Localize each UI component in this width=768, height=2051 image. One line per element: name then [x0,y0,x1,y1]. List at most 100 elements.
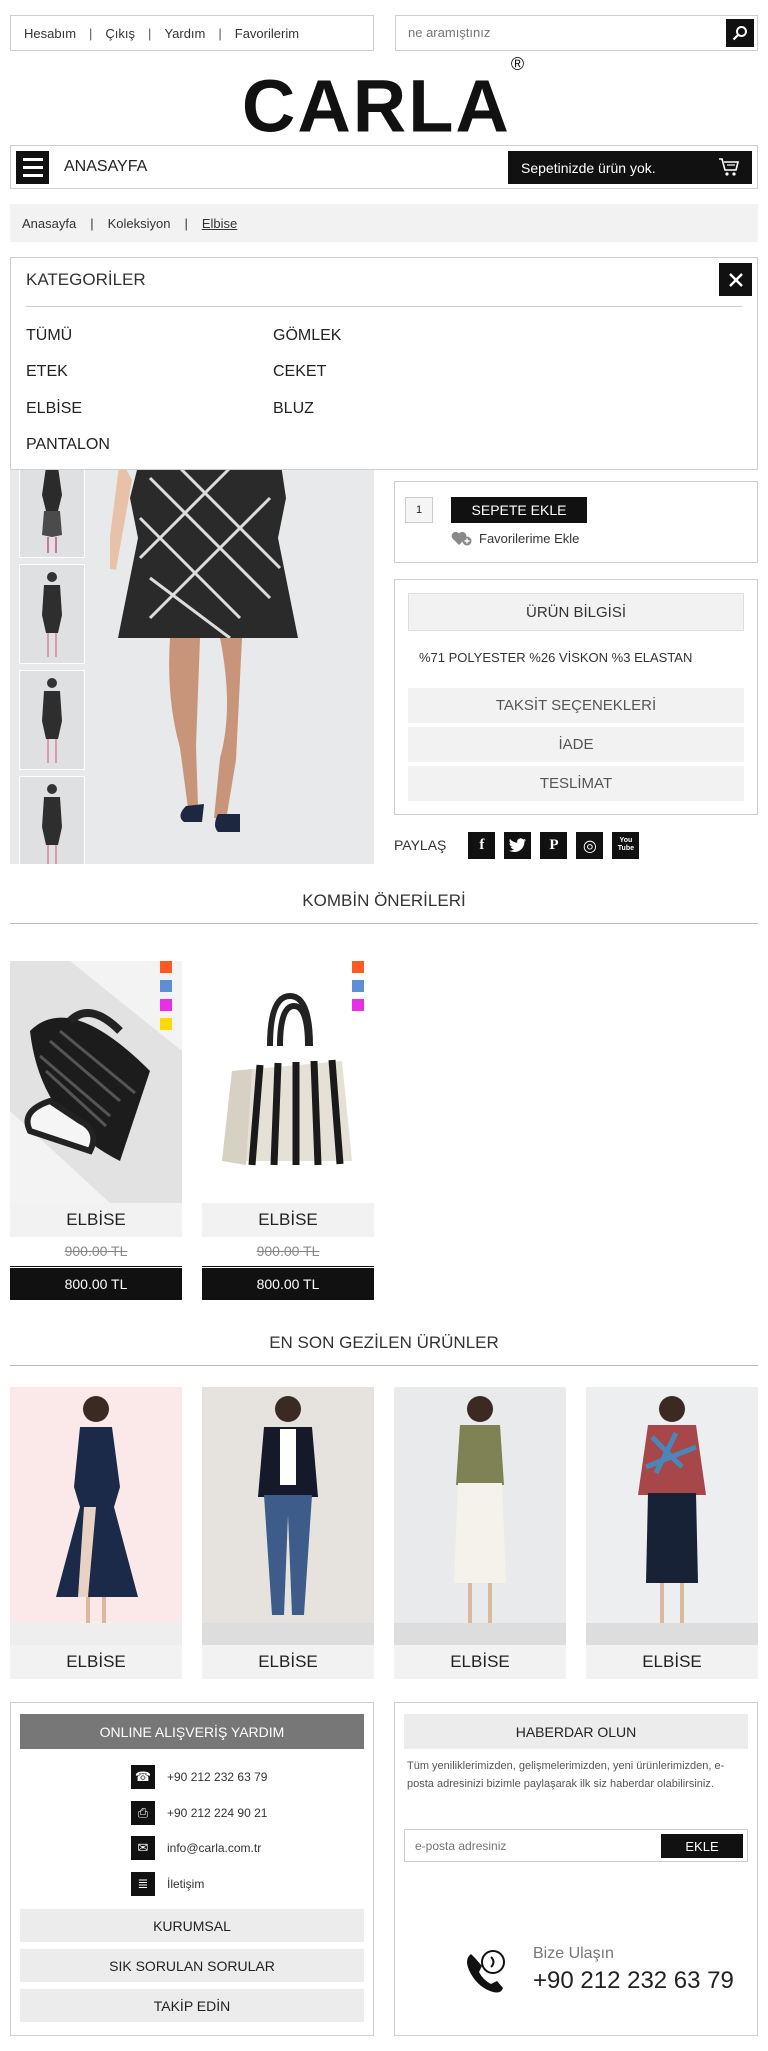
call-us-number[interactable]: +90 212 232 63 79 [533,1967,734,1995]
email-contact[interactable]: ✉ info@carla.com.tr [131,1836,261,1860]
divider [10,923,758,924]
pinterest-icon[interactable]: P [540,831,568,859]
product-image [586,1387,758,1645]
product-image [202,961,374,1203]
email-address: info@carla.com.tr [167,1841,262,1855]
product-name: ELBİSE [394,1645,566,1679]
product-image [202,1387,374,1645]
recent-product-card[interactable]: ELBİSE [10,1387,182,1679]
combo-section-title: KOMBİN ÖNERİLERİ [302,891,466,910]
phone-number: +90 212 232 63 79 [167,1770,268,1784]
call-us-icon [467,1950,505,1993]
quantity-input[interactable]: 1 [405,497,433,523]
color-swatch[interactable] [352,980,364,992]
thumbnail[interactable] [19,670,85,770]
phone-icon: ☎ [131,1765,155,1789]
divider: | [218,25,222,41]
share-bar: PAYLAŞ f P ◎ You Tube [394,830,648,860]
color-swatch[interactable] [352,961,364,973]
divider: | [89,25,93,41]
faq-link[interactable]: SIK SORULAN SORULAR [20,1949,364,1982]
search-button[interactable] [726,19,754,47]
product-info-tab[interactable]: ÜRÜN BİLGİSİ [408,593,744,631]
logout-link[interactable]: Çıkış [105,26,135,41]
category-jacket[interactable]: CEKET [273,363,326,381]
top-account-nav: Hesabım | Çıkış | Yardım | Favorilerim [10,15,374,51]
categories-panel: KATEGORİLER TÜMÜ GÖMLEK ETEK CEKET ELBİS… [10,257,758,470]
main-nav-bar: ANASAYFA Sepetinizde ürün yok. [10,145,758,189]
contact-link[interactable]: ≣ İletişim [131,1872,204,1896]
subscribe-button[interactable]: EKLE [661,1834,743,1858]
add-to-cart-button[interactable]: SEPETE EKLE [451,497,587,523]
returns-tab[interactable]: İADE [408,727,744,762]
thumbnail-list [19,458,87,864]
category-shirt[interactable]: GÖMLEK [273,327,341,345]
cart-button[interactable]: Sepetinizde ürün yok. [508,151,752,184]
product-card[interactable]: ELBİSE 900.00 TL 800.00 TL [10,961,182,1300]
old-price: 900.00 TL [10,1243,182,1267]
close-button[interactable] [719,263,752,296]
product-card[interactable]: ELBİSE 900.00 TL 800.00 TL [202,961,374,1300]
product-image [394,1387,566,1645]
search-icon [732,26,747,41]
product-image [10,961,182,1203]
color-swatch[interactable] [160,961,172,973]
registered-mark: ® [510,54,527,74]
help-title: ONLINE ALIŞVERİŞ YARDIM [20,1714,364,1749]
instagram-icon[interactable]: ◎ [576,831,604,859]
fax-contact: ⎙ +90 212 224 90 21 [131,1801,267,1825]
thumbnail[interactable] [19,564,85,664]
brand-logo[interactable]: CARLA® [0,54,768,147]
thumbnail[interactable] [19,776,85,864]
help-link[interactable]: Yardım [164,26,205,41]
follow-us-link[interactable]: TAKİP EDİN [20,1989,364,2022]
breadcrumb-home[interactable]: Anasayfa [22,216,76,231]
divider [26,306,742,307]
home-link[interactable]: ANASAYFA [64,158,147,176]
fax-number: +90 212 224 90 21 [167,1806,268,1820]
product-image [10,1387,182,1645]
help-box: ONLINE ALIŞVERİŞ YARDIM ☎ +90 212 232 63… [10,1702,374,2036]
color-swatch[interactable] [352,999,364,1011]
installment-options-tab[interactable]: TAKSİT SEÇENEKLERİ [408,688,744,723]
newsletter-text: Tüm yeniliklerimizden, gelişmelerimizden… [407,1760,725,1790]
price: 800.00 TL [10,1268,182,1300]
old-price: 900.00 TL [202,1243,374,1267]
mail-icon: ✉ [131,1836,155,1860]
category-skirt[interactable]: ETEK [26,363,68,381]
phone-contact[interactable]: ☎ +90 212 232 63 79 [131,1765,267,1789]
twitter-icon[interactable] [504,831,532,859]
category-blouse[interactable]: BLUZ [273,400,314,418]
search-input[interactable] [396,16,716,48]
newsletter-form: EKLE [404,1829,748,1862]
delivery-tab[interactable]: TESLİMAT [408,766,744,801]
category-dress[interactable]: ELBİSE [26,400,82,418]
menu-button[interactable] [16,151,49,184]
product-info-box: ÜRÜN BİLGİSİ %71 POLYESTER %26 VİSKON %3… [394,579,758,815]
color-swatch[interactable] [160,1018,172,1030]
recent-product-card[interactable]: ELBİSE [586,1387,758,1679]
breadcrumb-collection[interactable]: Koleksiyon [108,216,171,231]
share-label: PAYLAŞ [394,837,447,853]
youtube-icon[interactable]: You Tube [612,831,640,859]
product-name: ELBİSE [202,1645,374,1679]
cart-icon [719,158,740,176]
breadcrumb-current[interactable]: Elbise [202,216,237,231]
facebook-icon[interactable]: f [468,831,496,859]
recent-product-card[interactable]: ELBİSE [394,1387,566,1679]
account-link[interactable]: Hesabım [24,26,76,41]
corporate-link[interactable]: KURUMSAL [20,1909,364,1942]
favorites-label: Favorilerime Ekle [479,530,580,546]
newsletter-title: HABERDAR OLUN [404,1714,748,1749]
color-swatch[interactable] [160,999,172,1011]
category-all[interactable]: TÜMÜ [26,327,72,345]
product-name: ELBİSE [10,1645,182,1679]
email-input[interactable] [405,1830,645,1861]
thumbnail[interactable] [19,458,85,558]
color-swatch[interactable] [160,980,172,992]
favorites-link[interactable]: Favorilerim [235,26,299,41]
divider [10,1365,758,1366]
add-to-favorites[interactable]: Favorilerime Ekle [451,530,579,546]
category-trousers[interactable]: PANTALON [26,436,110,454]
recent-product-card[interactable]: ELBİSE [202,1387,374,1679]
